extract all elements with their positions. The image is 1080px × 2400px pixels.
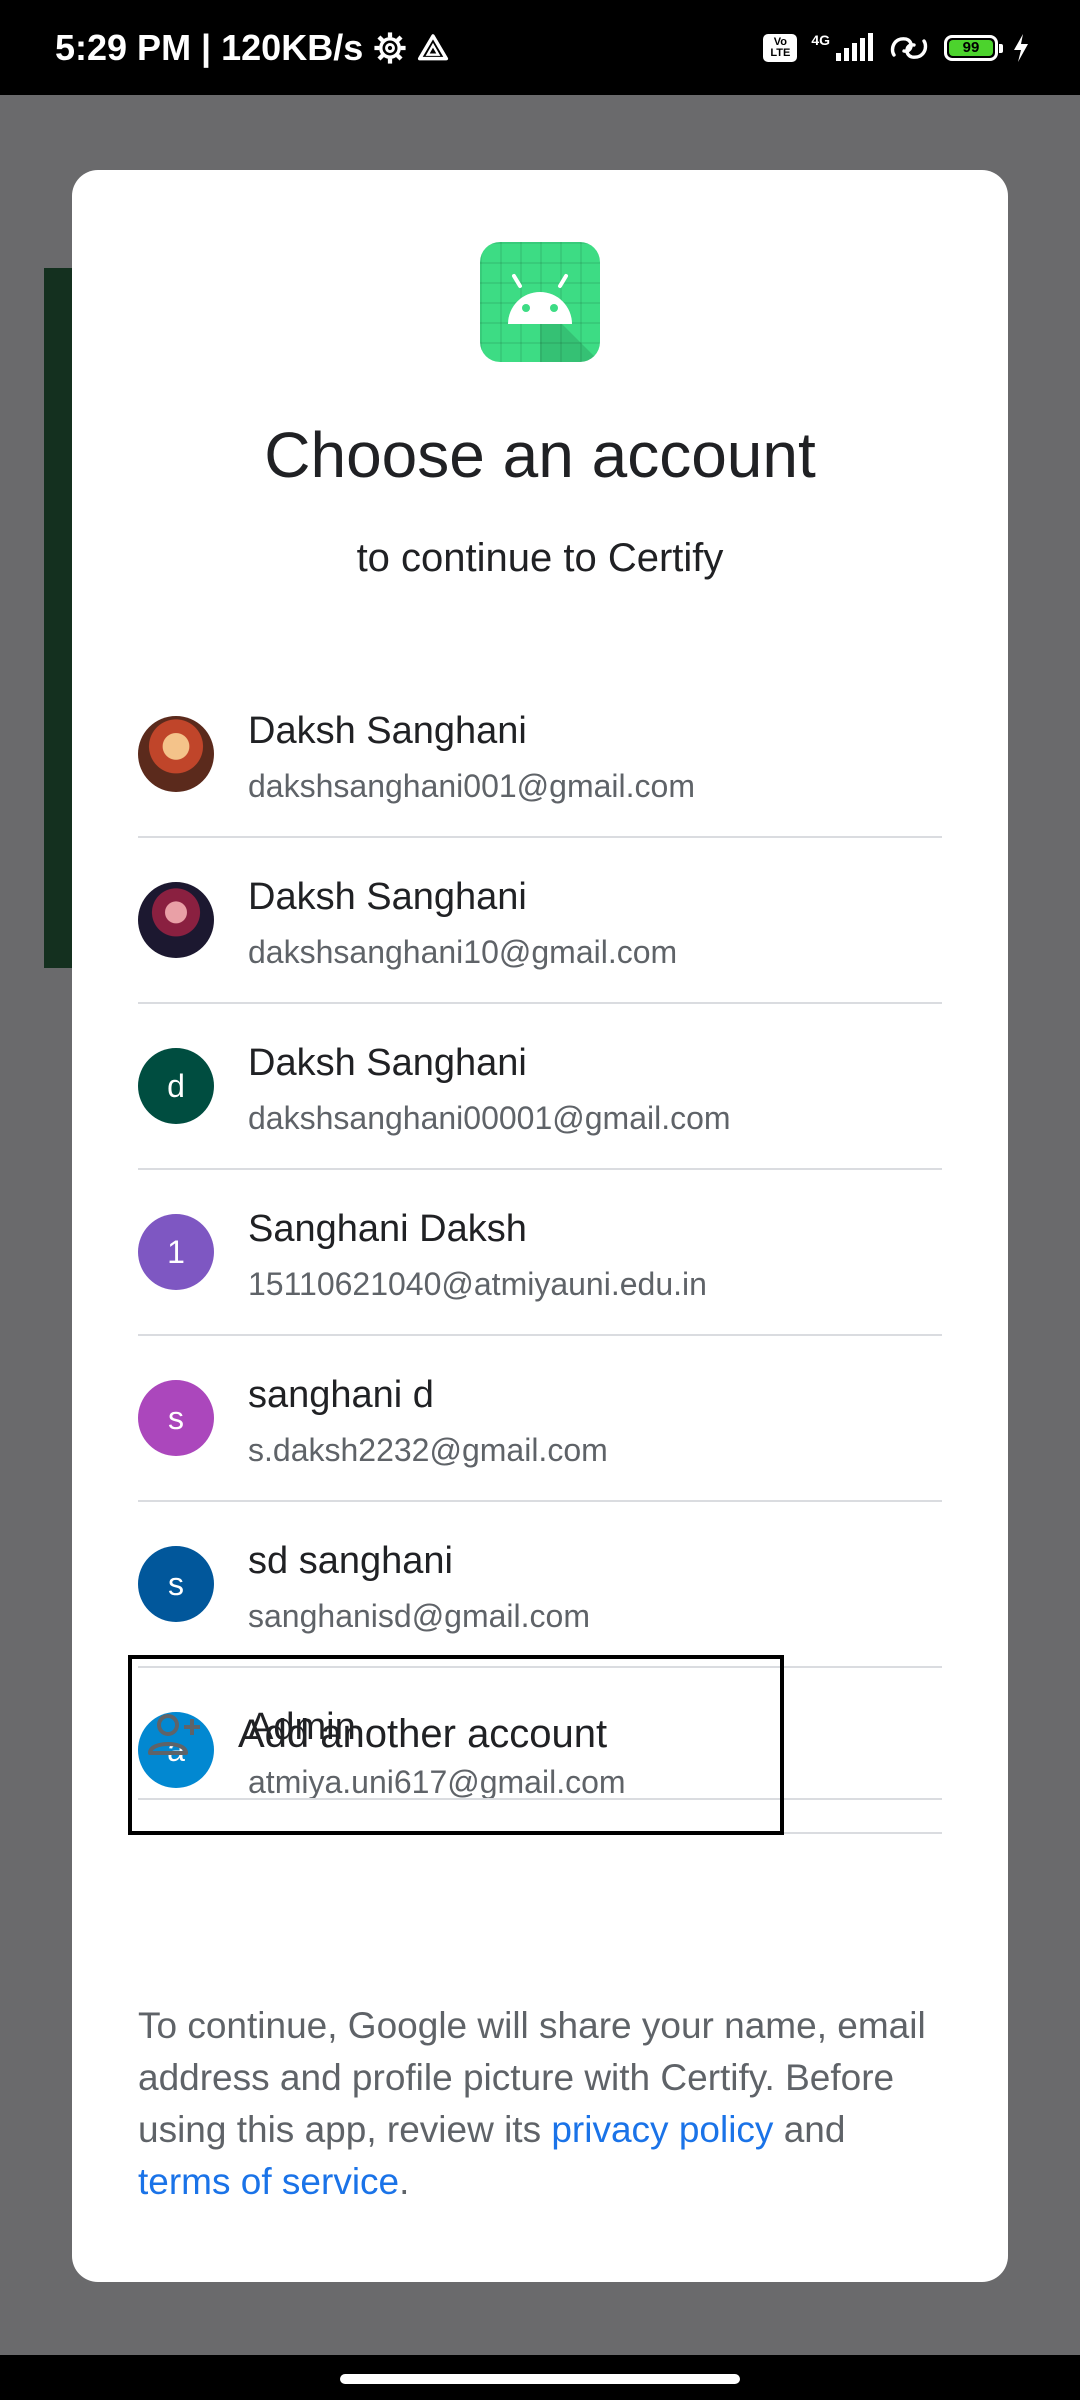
android-app-icon	[480, 242, 600, 362]
add-account-label: Add another account	[238, 1712, 608, 1756]
drive-triangle-icon	[418, 33, 449, 60]
disclaimer-end: .	[399, 2161, 410, 2202]
account-chooser-dialog: Choose an account to continue to Certify…	[72, 170, 1008, 2282]
account-item[interactable]: Daksh Sanghani dakshsanghani10@gmail.com	[138, 838, 942, 1004]
charging-bolt-icon	[1014, 33, 1028, 62]
account-name: Daksh Sanghani	[248, 876, 527, 918]
add-person-icon	[148, 1714, 200, 1755]
consent-disclaimer: To continue, Google will share your name…	[138, 2000, 948, 2208]
add-another-account-button[interactable]: Add another account	[138, 1670, 942, 1800]
avatar: s	[138, 1546, 214, 1622]
signal-icon	[836, 32, 873, 61]
battery-icon: 99	[944, 34, 1003, 61]
battery-level: 99	[949, 39, 993, 56]
account-name: Daksh Sanghani	[248, 1042, 527, 1084]
account-email: 15110621040@atmiyauni.edu.in	[248, 1266, 707, 1302]
status-bar: 5:29 PM | 120KB/s Vo LTE 4G 99	[0, 0, 1080, 95]
home-gesture-bar[interactable]	[340, 2374, 740, 2384]
dialog-subtitle: to continue to Certify	[356, 536, 724, 580]
account-item[interactable]: Daksh Sanghani dakshsanghani001@gmail.co…	[138, 672, 942, 838]
account-email: dakshsanghani001@gmail.com	[248, 768, 695, 804]
avatar	[138, 716, 214, 792]
avatar: s	[138, 1380, 214, 1456]
avatar: d	[138, 1048, 214, 1124]
account-item[interactable]: s sanghani d s.daksh2232@gmail.com	[138, 1336, 942, 1502]
account-item[interactable]: s sd sanghani sanghanisd@gmail.com	[138, 1502, 942, 1668]
avatar: 1	[138, 1214, 214, 1290]
account-email: dakshsanghani10@gmail.com	[248, 934, 678, 970]
account-name: sd sanghani	[248, 1540, 453, 1582]
dialog-title: Choose an account	[264, 419, 816, 491]
terms-of-service-link[interactable]: terms of service	[138, 2161, 399, 2202]
account-name: Sanghani Daksh	[248, 1208, 527, 1250]
account-name: sanghani d	[248, 1374, 434, 1416]
background-app-content	[44, 268, 72, 968]
account-email: s.daksh2232@gmail.com	[248, 1432, 608, 1468]
avatar	[138, 882, 214, 958]
volte-icon: Vo LTE	[763, 33, 798, 62]
hotspot-link-icon	[890, 36, 928, 59]
privacy-policy-link[interactable]: privacy policy	[551, 2109, 773, 2150]
account-email: dakshsanghani00001@gmail.com	[248, 1100, 731, 1136]
account-item[interactable]: d Daksh Sanghani dakshsanghani00001@gmai…	[138, 1004, 942, 1170]
account-list: Daksh Sanghani dakshsanghani001@gmail.co…	[138, 672, 942, 1834]
status-right: Vo LTE 4G 99	[763, 0, 1030, 95]
account-name: Daksh Sanghani	[248, 710, 527, 752]
settings-icon	[374, 31, 406, 64]
status-left: 5:29 PM | 120KB/s	[55, 0, 449, 95]
disclaimer-and: and	[773, 2109, 846, 2150]
status-time-speed: 5:29 PM | 120KB/s	[55, 26, 364, 68]
account-item[interactable]: 1 Sanghani Daksh 15110621040@atmiyauni.e…	[138, 1170, 942, 1336]
network-type: 4G	[811, 31, 830, 48]
account-email: sanghanisd@gmail.com	[248, 1598, 590, 1634]
